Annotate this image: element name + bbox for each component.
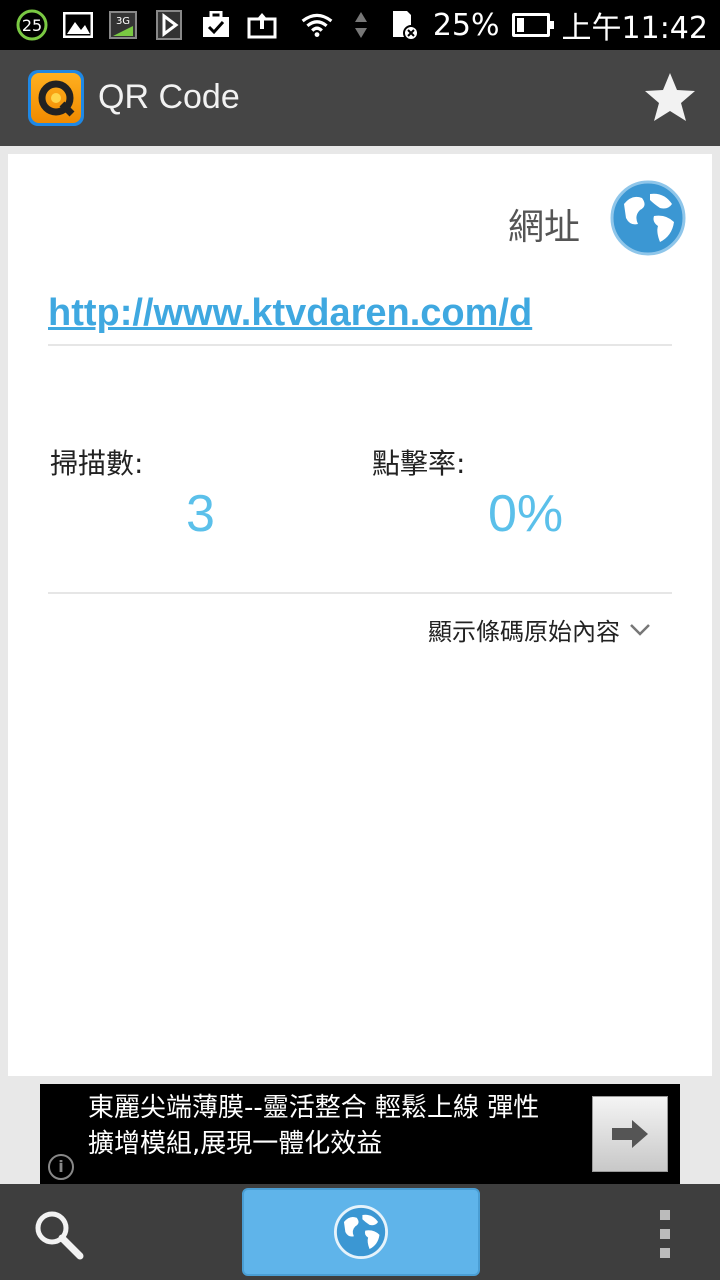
network-3g-icon: 3G	[108, 9, 140, 41]
ad-open-button[interactable]	[592, 1096, 668, 1172]
ad-text: 東麗尖端薄膜--靈活整合 輕鬆上線 彈性 擴增模組,展現一體化效益	[88, 1090, 588, 1162]
show-raw-content-toggle[interactable]: 顯示條碼原始內容	[428, 612, 652, 647]
notification-count-icon: 25	[16, 9, 48, 41]
globe-icon	[334, 1205, 388, 1259]
app-logo-icon[interactable]	[28, 70, 84, 126]
ctr-value: 0%	[488, 485, 564, 543]
ctr-label: 點擊率:	[372, 447, 466, 480]
play-store-icon	[154, 9, 186, 41]
search-icon	[35, 1211, 84, 1260]
ad-info-icon[interactable]: i	[48, 1154, 74, 1180]
upload-icon	[246, 9, 278, 41]
data-arrows-icon	[345, 9, 377, 41]
wifi-icon	[301, 9, 333, 41]
ad-line-1: 東麗尖端薄膜--靈活整合 輕鬆上線 彈性	[88, 1093, 540, 1123]
scans-value: 3	[186, 485, 215, 543]
battery-icon	[511, 13, 554, 37]
sd-card-error-icon	[389, 9, 421, 41]
status-bar: 25 3G 25% 上午11:42	[0, 0, 720, 50]
open-in-browser-button[interactable]	[242, 1188, 480, 1276]
divider	[48, 592, 672, 594]
chevron-down-icon	[630, 623, 650, 636]
menu-dot	[660, 1210, 670, 1220]
ad-line-2: 擴增模組,展現一體化效益	[88, 1129, 383, 1159]
url-link[interactable]: http://www.ktvdaren.com/d	[48, 292, 532, 335]
divider	[48, 344, 672, 346]
clock: 上午11:42	[561, 11, 708, 46]
battery-percent: 25%	[432, 7, 500, 43]
favorite-star-button[interactable]	[642, 70, 698, 126]
notification-count: 25	[22, 16, 42, 35]
app-title: QR Code	[98, 78, 240, 116]
overflow-menu-button[interactable]	[654, 1210, 676, 1258]
scans-label: 掃描數:	[50, 447, 144, 480]
star-icon	[645, 73, 695, 121]
bottom-bar	[0, 1184, 720, 1280]
ad-banner[interactable]: 東麗尖端薄膜--靈活整合 輕鬆上線 彈性 擴增模組,展現一體化效益 i	[40, 1084, 680, 1184]
search-button[interactable]	[30, 1206, 86, 1262]
result-type-label: 網址	[507, 207, 580, 248]
action-bar: QR Code	[0, 50, 720, 146]
show-raw-content-label: 顯示條碼原始內容	[428, 618, 620, 646]
network-badge: 3G	[116, 16, 130, 27]
arrow-right-icon	[612, 1120, 648, 1148]
menu-dot	[660, 1229, 670, 1239]
globe-icon	[610, 180, 686, 256]
menu-dot	[660, 1248, 670, 1258]
result-card: 網址 http://www.ktvdaren.com/d 掃描數: 3 點擊率:…	[8, 154, 712, 1076]
task-done-icon	[200, 9, 232, 41]
gallery-icon	[62, 9, 94, 41]
